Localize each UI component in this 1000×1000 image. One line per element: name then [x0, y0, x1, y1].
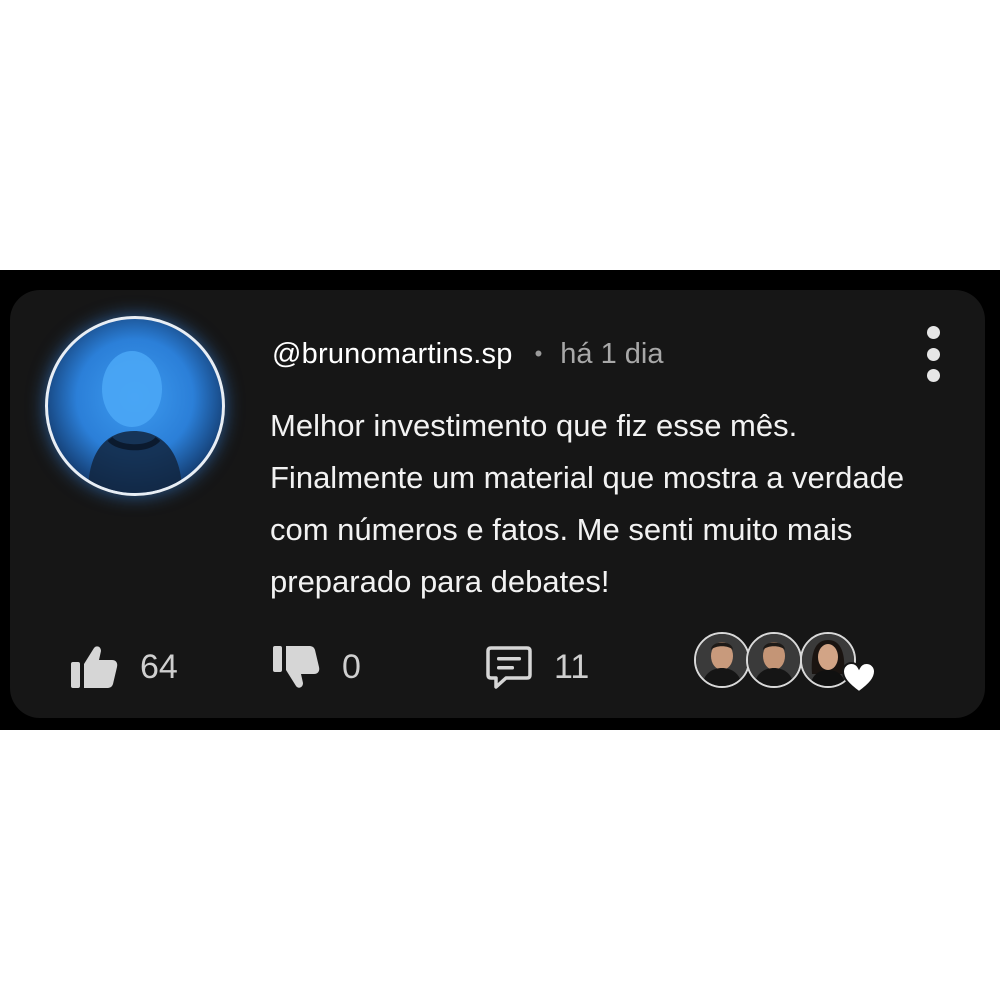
- kebab-dot: [926, 369, 940, 382]
- dislike-button[interactable]: 0: [272, 642, 361, 692]
- like-count: 64: [140, 647, 178, 686]
- reactions-group[interactable]: [694, 630, 876, 696]
- author-avatar[interactable]: [45, 316, 225, 496]
- avatar-silhouette: [88, 351, 182, 493]
- reactor-avatar-2: [746, 632, 802, 688]
- reply-button[interactable]: 11: [486, 642, 589, 692]
- header-separator: •: [534, 341, 543, 366]
- more-options-button[interactable]: [923, 326, 943, 382]
- kebab-dot: [926, 347, 940, 361]
- author-username[interactable]: @brunomartins.sp: [272, 338, 513, 371]
- reactor-avatar-1: [694, 632, 750, 688]
- kebab-dot: [926, 326, 940, 339]
- comment-card: @brunomartins.sp • há 1 dia Melhor inves…: [10, 290, 985, 718]
- thumbs-up-icon: [71, 646, 118, 688]
- comment-icon: [486, 646, 532, 689]
- dislike-count: 0: [342, 647, 361, 686]
- like-button[interactable]: 64: [70, 642, 178, 692]
- comment-band: @brunomartins.sp • há 1 dia Melhor inves…: [0, 270, 1000, 730]
- heart-icon: [842, 662, 876, 694]
- reply-count: 11: [554, 647, 590, 686]
- comment-text: Melhor investimento que fiz esse mês. Fi…: [270, 408, 905, 599]
- thumbs-down-icon: [273, 646, 320, 688]
- comment-timestamp: há 1 dia: [560, 337, 664, 370]
- comment-header: @brunomartins.sp • há 1 dia: [272, 334, 663, 374]
